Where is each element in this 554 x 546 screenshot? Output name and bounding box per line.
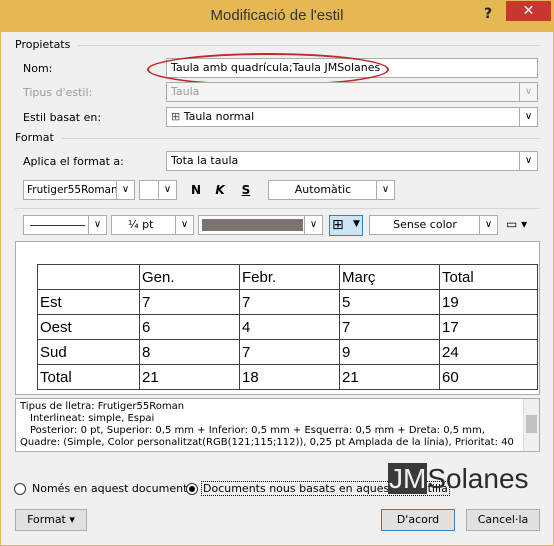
table-cell: Oest	[37, 314, 140, 340]
line-style-sample	[30, 225, 85, 226]
style-type-value: Taula	[171, 85, 200, 98]
table-cell: 21	[339, 364, 440, 390]
cancel-button[interactable]: Cancel·la	[466, 509, 540, 531]
description-line: Quadre: (Simple, Color personalitzat(RGB…	[20, 437, 514, 448]
line-width-select[interactable]: ¼ pt ∨	[111, 215, 194, 235]
table-cell: 17	[439, 314, 538, 340]
only-document-radio[interactable]	[14, 483, 26, 495]
font-size-select[interactable]: ∨	[139, 180, 177, 200]
table-cell: 7	[239, 289, 340, 315]
table-cell: Est	[37, 289, 140, 315]
preview-table: Gen. Febr. Març Total Est 7 7 5 19 Oest …	[37, 264, 538, 390]
chevron-down-icon: ∨	[116, 181, 134, 199]
style-description: Tipus de lletra: Frutiger55Roman Interli…	[15, 398, 540, 452]
table-cell: 9	[339, 339, 440, 365]
chevron-down-icon: ∨	[479, 216, 497, 234]
name-label: Nom:	[23, 62, 53, 75]
scrollbar-thumb[interactable]	[526, 415, 537, 433]
ok-button[interactable]: D'acord	[381, 509, 455, 531]
chevron-down-icon: ∨	[519, 152, 537, 170]
separator	[78, 45, 540, 46]
chevron-down-icon: ∨	[519, 83, 537, 101]
logo-prefix: JM	[388, 463, 428, 494]
font-color-select[interactable]: Automàtic ∨	[268, 180, 395, 200]
align-icon: ▭ ▾	[506, 217, 528, 231]
based-on-value: Taula normal	[183, 110, 255, 123]
style-type-label: Tipus d'estil:	[23, 86, 93, 99]
underline-button[interactable]: S	[236, 180, 256, 200]
italic-button[interactable]: K	[210, 180, 230, 200]
table-cell: 24	[439, 339, 538, 365]
chevron-down-icon: ∨	[376, 181, 394, 199]
chevron-down-icon: ▼	[353, 219, 360, 229]
borders-button[interactable]: ⊞ ▼	[329, 215, 363, 236]
description-line: Interlineat: simple, Espai	[30, 413, 155, 424]
table-row: Oest 6 4 7 17	[37, 314, 538, 340]
apply-format-select[interactable]: Tota la taula ∨	[166, 151, 538, 171]
table-row: Est 7 7 5 19	[37, 289, 538, 315]
bold-button[interactable]: N	[186, 180, 206, 200]
table-cell: 18	[239, 364, 340, 390]
border-color-select[interactable]: ∨	[198, 215, 323, 235]
chevron-down-icon: ∨	[88, 216, 106, 234]
table-cell: 6	[139, 314, 240, 340]
table-cell: 19	[439, 289, 538, 315]
chevron-down-icon: ∨	[175, 216, 193, 234]
table-cell: 21	[139, 364, 240, 390]
table-cell: 7	[139, 289, 240, 315]
description-line: Posterior: 0 pt, Superior: 0,5 mm + Infe…	[30, 425, 485, 436]
table-row: Total 21 18 21 60	[37, 364, 538, 390]
table-cell: Març	[339, 264, 440, 290]
borders-icon: ⊞	[332, 217, 344, 233]
only-document-label[interactable]: Només en aquest document	[32, 482, 187, 495]
table-cell: 5	[339, 289, 440, 315]
font-value: Frutiger55Roman	[27, 184, 118, 196]
table-grid-icon: ⊞	[171, 110, 184, 123]
new-documents-radio[interactable]	[186, 483, 198, 495]
table-cell: 7	[339, 314, 440, 340]
jmsolanes-logo: JMSolanes	[388, 463, 529, 495]
separator	[15, 208, 540, 209]
description-line: Tipus de lletra: Frutiger55Roman	[20, 401, 185, 412]
table-cell: Febr.	[239, 264, 340, 290]
font-color-value: Automàtic	[294, 183, 352, 196]
table-row: Gen. Febr. Març Total	[37, 264, 538, 290]
table-cell: Gen.	[139, 264, 240, 290]
based-on-label: Estil basat en:	[23, 111, 102, 124]
border-color-swatch	[202, 219, 303, 231]
table-cell: 8	[139, 339, 240, 365]
logo-suffix: Solanes	[427, 463, 529, 494]
close-button[interactable]: ✕	[506, 1, 551, 21]
fill-color-value: Sense color	[393, 218, 457, 231]
properties-header: Propietats	[15, 38, 71, 51]
format-header: Format	[15, 131, 54, 144]
table-cell: Total	[37, 364, 140, 390]
table-cell: 7	[239, 339, 340, 365]
apply-format-label: Aplica el format a:	[23, 155, 124, 168]
table-row: Sud 8 7 9 24	[37, 339, 538, 365]
window-title: Modificació de l'estil	[210, 7, 344, 24]
style-type-select: Taula ∨	[166, 82, 538, 102]
based-on-select[interactable]: ⊞ Taula normal ∨	[166, 107, 538, 127]
description-scrollbar[interactable]	[523, 399, 539, 451]
format-menu-button[interactable]: Format ▾	[15, 509, 87, 531]
table-cell: Sud	[37, 339, 140, 365]
chevron-down-icon: ∨	[519, 108, 537, 126]
alignment-button[interactable]: ▭ ▾	[506, 217, 542, 235]
table-cell: 60	[439, 364, 538, 390]
separator	[62, 138, 540, 139]
chevron-down-icon: ∨	[304, 216, 322, 234]
line-style-select[interactable]: ∨	[23, 215, 107, 235]
font-select[interactable]: Frutiger55Roman ∨	[23, 180, 135, 200]
table-cell: 4	[239, 314, 340, 340]
apply-format-value: Tota la taula	[171, 154, 239, 167]
fill-color-select[interactable]: Sense color ∨	[369, 215, 498, 235]
table-cell: Total	[439, 264, 538, 290]
line-width-value: ¼ pt	[128, 218, 154, 231]
table-cell	[37, 264, 140, 290]
help-button[interactable]: ?	[478, 4, 498, 24]
chevron-down-icon: ∨	[158, 181, 176, 199]
